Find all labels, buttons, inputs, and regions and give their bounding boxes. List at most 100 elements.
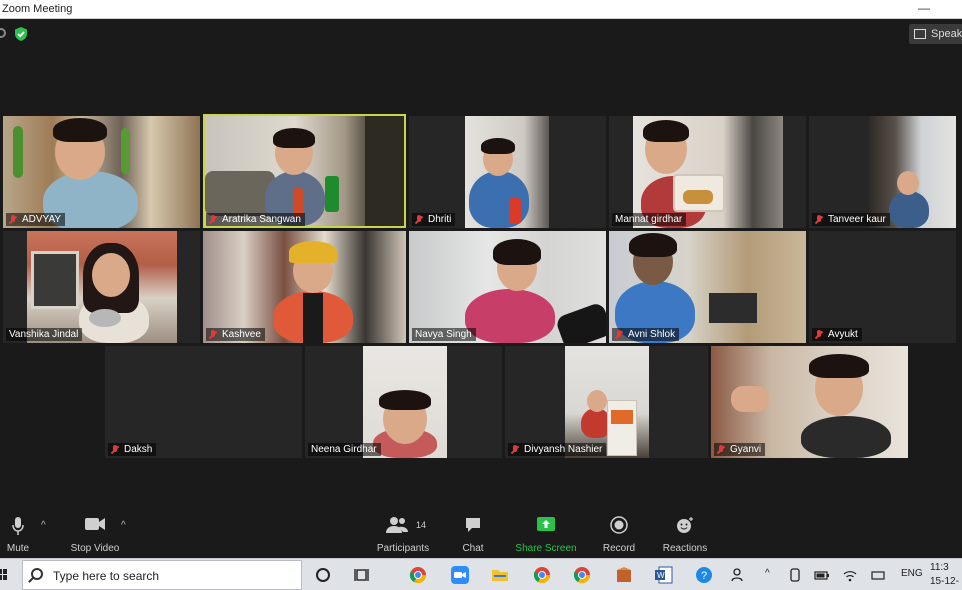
reactions-label: Reactions (662, 543, 708, 554)
video-feed (869, 116, 956, 228)
microphone-muted-icon (9, 214, 17, 225)
wifi-icon[interactable] (842, 566, 858, 584)
chat-button[interactable]: Chat (455, 508, 491, 556)
shield-icon[interactable] (13, 26, 29, 42)
speaker-view-button[interactable]: Speake (909, 24, 962, 44)
mute-options-chevron-icon[interactable]: ^ (41, 520, 46, 531)
participant-name-label: Kashvee (206, 328, 265, 341)
microphone-muted-icon (209, 329, 217, 340)
video-feed (465, 116, 549, 228)
tray-app-icon[interactable] (788, 566, 802, 584)
help-icon[interactable]: ? (695, 566, 713, 584)
language-indicator[interactable]: ENG (901, 568, 923, 579)
microphone-icon (12, 517, 24, 535)
search-icon (31, 568, 43, 580)
video-feed (633, 116, 783, 228)
microphone-muted-icon (717, 444, 725, 455)
meeting-info-icon[interactable] (0, 28, 6, 38)
chrome-icon[interactable] (409, 566, 427, 584)
video-tile-divyansh-nashier[interactable]: Divyansh Nashier (505, 346, 708, 458)
search-placeholder: Type here to search (53, 569, 160, 583)
participant-name-label: Avni Shlok (612, 328, 680, 341)
people-icon[interactable] (730, 566, 748, 584)
file-explorer-icon[interactable] (491, 566, 509, 584)
video-feed (205, 116, 404, 226)
video-tile-avni-shlok[interactable]: Avni Shlok (609, 231, 806, 343)
zoom-app-icon[interactable] (451, 566, 469, 584)
record-label: Record (602, 543, 636, 554)
microphone-muted-icon (111, 444, 119, 455)
participant-name-label: Daksh (108, 443, 157, 456)
battery-icon[interactable] (814, 566, 830, 584)
chat-icon (466, 518, 480, 532)
clock-time: 11:3 (930, 562, 949, 573)
share-screen-button[interactable]: Share Screen (512, 508, 580, 556)
video-tile-neena-girdhar[interactable]: Neena Girdhar (305, 346, 502, 458)
minimize-button[interactable]: — (918, 1, 932, 15)
video-feed (3, 116, 200, 228)
stop-video-button[interactable]: Stop Video (64, 508, 126, 556)
mute-button[interactable]: Mute (0, 508, 36, 556)
participant-name-label: ADVYAY (6, 213, 66, 226)
participant-name-label: Mannat girdhar (612, 213, 687, 226)
participants-button[interactable]: 14 Participants (372, 508, 434, 556)
stop-video-label: Stop Video (70, 543, 120, 554)
record-icon (610, 516, 628, 534)
taskbar-clock[interactable]: 11:3 15-12- (930, 561, 959, 589)
participant-name-label: Avyukt (812, 328, 862, 341)
video-options-chevron-icon[interactable]: ^ (121, 520, 126, 531)
volume-icon[interactable] (870, 566, 886, 584)
video-tile-tanveer-kaur[interactable]: Tanveer kaur (809, 116, 956, 228)
clock-date: 15-12- (930, 576, 959, 587)
windows-logo-icon[interactable] (0, 569, 8, 581)
share-screen-icon (537, 517, 555, 531)
zoom-window: Zoom Meeting — Speake ADVYAY (0, 0, 962, 590)
participants-label: Participants (376, 543, 430, 554)
task-view-icon[interactable] (354, 566, 372, 584)
cortana-icon[interactable] (314, 566, 332, 584)
video-tile-mannat-girdhar[interactable]: Mannat girdhar (609, 116, 806, 228)
video-feed (363, 346, 447, 458)
word-app-icon[interactable]: W (655, 566, 673, 584)
participant-name-label: Vanshika Jindal (6, 328, 83, 341)
microphone-muted-icon (815, 214, 823, 225)
participant-name-label: Tanveer kaur (812, 213, 890, 226)
video-feed (27, 231, 177, 343)
reactions-button[interactable]: Reactions (659, 508, 711, 556)
video-feed (409, 231, 606, 343)
chrome-profile-icon[interactable] (533, 566, 551, 584)
participant-name-label: Neena Girdhar (308, 443, 381, 456)
video-tile-aratrika-sangwan[interactable]: Aratrika Sangwan (203, 114, 406, 228)
share-screen-label: Share Screen (515, 543, 577, 554)
windows-taskbar: Type here to search W ? ^ ENG 11:3 15-12… (0, 558, 962, 590)
meeting-toolbar: Mute ^ Stop Video ^ 14 Participants Chat… (0, 508, 962, 556)
chrome-secondary-icon[interactable] (573, 566, 591, 584)
participant-name-label: Gyanvi (714, 443, 766, 456)
microphone-muted-icon (615, 329, 623, 340)
svg-text:?: ? (701, 570, 707, 582)
video-tile-daksh[interactable]: Daksh (105, 346, 302, 458)
video-feed (565, 346, 649, 458)
video-tile-dhriti[interactable]: Dhriti (409, 116, 606, 228)
video-tile-avyukt[interactable]: Avyukt (809, 231, 956, 343)
meeting-topbar: Speake (0, 19, 962, 49)
video-tile-gyanvi[interactable]: Gyanvi (711, 346, 908, 458)
video-tile-navya-singh[interactable]: Navya Singh (409, 231, 606, 343)
video-feed (609, 231, 806, 343)
video-camera-icon (85, 518, 105, 530)
package-app-icon[interactable] (615, 566, 633, 584)
speaker-view-icon (914, 29, 926, 39)
show-hidden-icons-chevron-icon[interactable]: ^ (765, 568, 770, 579)
microphone-muted-icon (815, 329, 823, 340)
video-tile-vanshika-jindal[interactable]: Vanshika Jindal (3, 231, 200, 343)
record-button[interactable]: Record (598, 508, 640, 556)
video-tile-kashvee[interactable]: Kashvee (203, 231, 406, 343)
participants-count: 14 (416, 520, 427, 530)
window-titlebar: Zoom Meeting — (0, 0, 962, 19)
speaker-view-label: Speake (931, 28, 962, 40)
taskbar-search-box[interactable]: Type here to search (22, 560, 302, 590)
reactions-icon (677, 517, 693, 533)
microphone-muted-icon (415, 214, 423, 225)
microphone-muted-icon (511, 444, 519, 455)
video-tile-advyay[interactable]: ADVYAY (3, 116, 200, 228)
